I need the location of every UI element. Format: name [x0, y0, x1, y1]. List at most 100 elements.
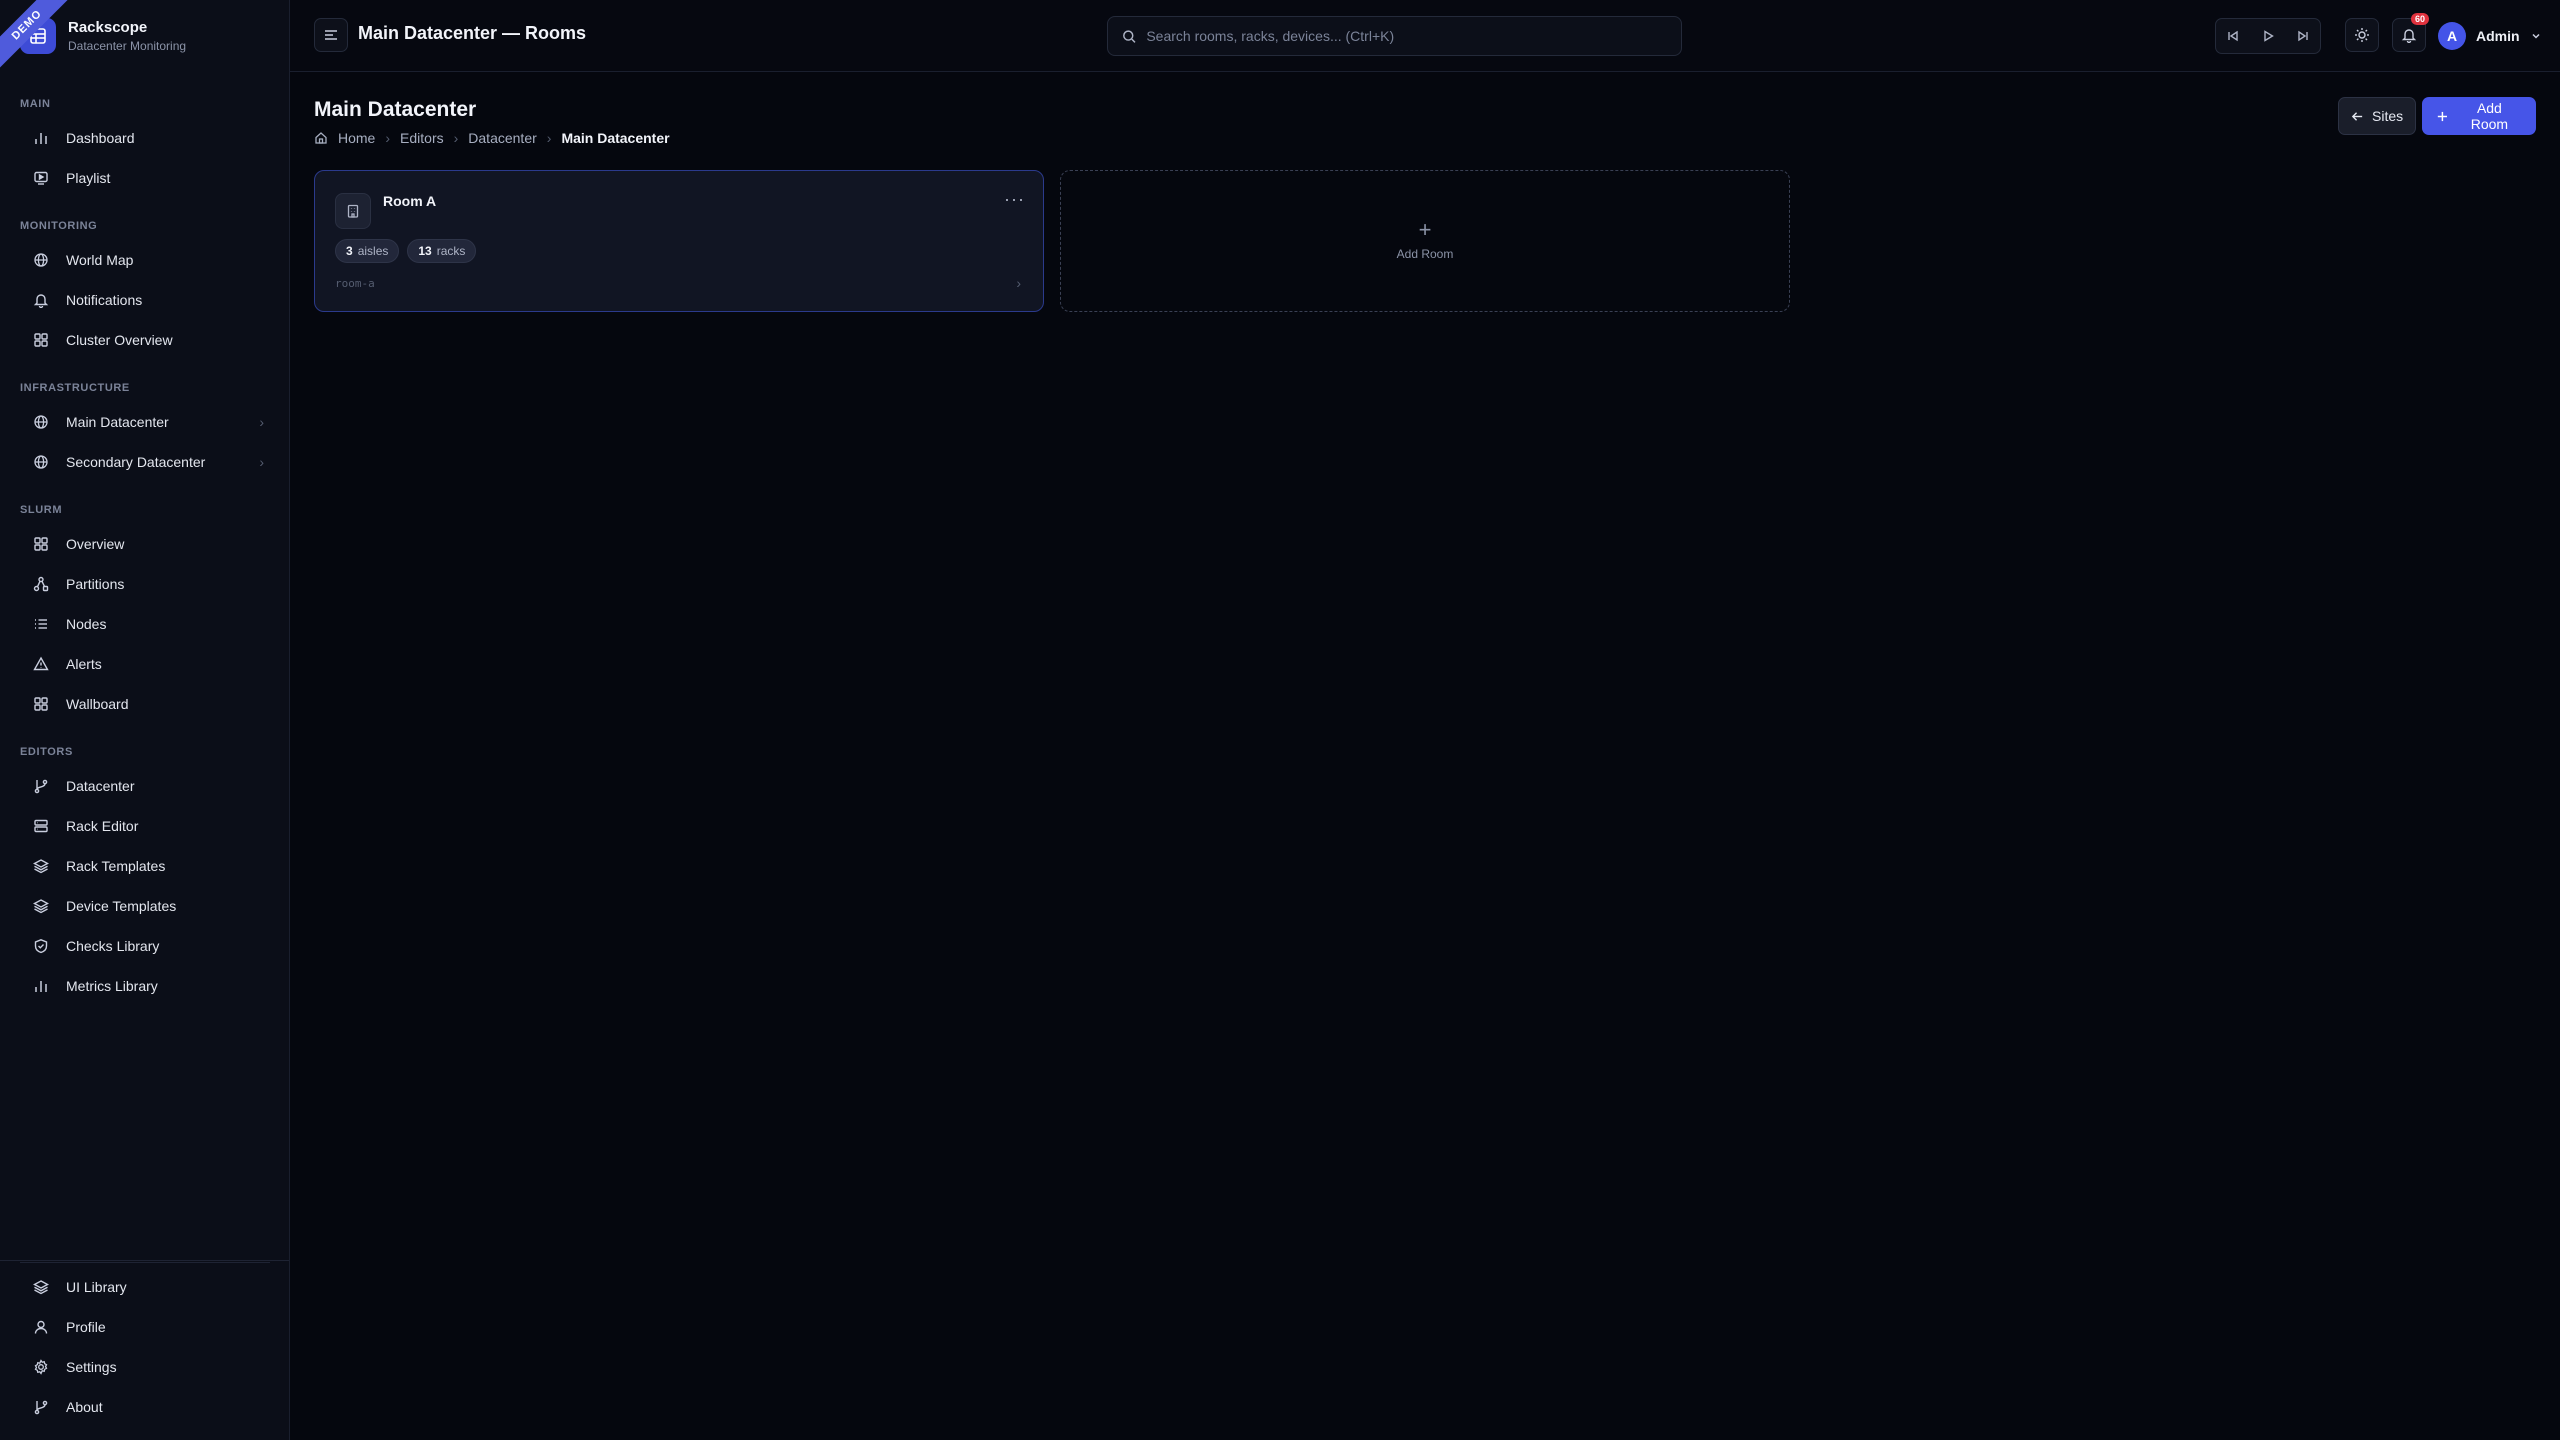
globe-icon [30, 249, 52, 271]
server-icon [30, 815, 52, 837]
brand-subtitle: Datacenter Monitoring [68, 39, 187, 53]
sites-button[interactable]: Sites [2338, 97, 2417, 135]
sidebar-section-title: MONITORING [20, 220, 98, 232]
sidebar-nav: MAIN Dashboard Playlist MONITORING World Map… [0, 90, 289, 1020]
sidebar-item-nodes[interactable]: Nodes [0, 604, 289, 644]
sidebar-item-secondary-datacenter[interactable]: Secondary Datacenter › [0, 442, 289, 482]
user-icon [30, 1316, 52, 1338]
sidebar-item-rack-editor[interactable]: Rack Editor [0, 806, 289, 846]
sidebar-item-dashboard[interactable]: Dashboard [0, 118, 289, 158]
sidebar-item-label: Dashboard [66, 130, 135, 146]
bell-icon [30, 289, 52, 311]
chevron-down-icon [2532, 33, 2540, 39]
chevron-right-icon[interactable]: › [259, 414, 264, 430]
sidebar-item-overview[interactable]: Overview [0, 524, 289, 564]
sidebar-item-settings[interactable]: Settings [0, 1347, 289, 1387]
sidebar-item-label: Secondary Datacenter [66, 454, 206, 470]
layers-icon [30, 1276, 52, 1298]
grid-icon [30, 329, 52, 351]
git-branch-icon [30, 1396, 52, 1418]
playlist-icon [30, 167, 52, 189]
sidebar-item-label: Rack Editor [66, 818, 139, 834]
globe-icon [30, 411, 52, 433]
sidebar-section-title: INFRASTRUCTURE [20, 382, 130, 394]
notifications-button[interactable]: 60 [2392, 13, 2429, 52]
layers-icon [30, 895, 52, 917]
bell-icon [2401, 29, 2417, 43]
toggle-sidebar-button[interactable] [314, 18, 348, 52]
sidebar-item-checks-library[interactable]: Checks Library [0, 926, 289, 966]
page-title: Main Datacenter [314, 98, 477, 121]
sidebar-item-alerts[interactable]: Alerts [0, 644, 289, 684]
room-slug: room-a [335, 277, 375, 290]
more-options-icon[interactable]: ··· [1004, 189, 1025, 210]
breadcrumb-editors[interactable]: Editors [400, 130, 444, 146]
breadcrumb-home[interactable]: Home [338, 130, 375, 146]
sidebar-item-label: Checks Library [66, 938, 160, 954]
sidebar-item-cluster-overview[interactable]: Cluster Overview [0, 320, 289, 360]
sidebar-item-rack-templates[interactable]: Rack Templates [0, 846, 289, 886]
search-box[interactable] [1107, 16, 1682, 56]
sidebar-item-datacenter[interactable]: Datacenter [0, 766, 289, 806]
chevron-right-icon: › [453, 130, 459, 146]
sidebar-item-label: Nodes [66, 616, 107, 632]
search-input[interactable] [1146, 28, 1667, 44]
sidebar-item-label: Main Datacenter [66, 414, 169, 430]
chevron-right-icon: › [546, 130, 552, 146]
aisles-badge: 3 aisles [335, 239, 400, 263]
sidebar-section-main: MAIN Dashboard Playlist [0, 90, 289, 198]
sidebar-bottom-nav: UI Library Profile Settings About [0, 1260, 289, 1427]
breadcrumb-current: Main Datacenter [561, 130, 670, 146]
topbar: Main Datacenter — Rooms 60 A Admin [290, 0, 2560, 72]
sidebar-item-label: Metrics Library [66, 978, 158, 994]
sidebar-item-main-datacenter[interactable]: Main Datacenter › [0, 402, 289, 442]
room-name: Room A [383, 193, 437, 209]
sidebar-item-ui-library[interactable]: UI Library [0, 1267, 289, 1307]
add-room-card[interactable]: + Add Room [1060, 170, 1790, 312]
sidebar-section-monitoring: MONITORING World Map Notifications Cluster … [0, 212, 289, 360]
sidebar-item-label: Notifications [66, 292, 143, 308]
theme-toggle-button[interactable] [2345, 18, 2379, 52]
sidebar-item-about[interactable]: About [0, 1387, 289, 1427]
sidebar-item-label: Playlist [66, 170, 111, 186]
chevron-right-icon[interactable]: › [259, 454, 264, 470]
chevron-right-icon: › [385, 130, 391, 146]
sidebar-item-profile[interactable]: Profile [0, 1307, 289, 1347]
sidebar-item-metrics-library[interactable]: Metrics Library [0, 966, 289, 1006]
notification-badge: 60 [2410, 13, 2429, 25]
breadcrumb: Home › Editors › Datacenter › Main Datac… [314, 130, 670, 146]
sidebar-item-playlist[interactable]: Playlist [0, 158, 289, 198]
sidebar-item-label: Alerts [66, 656, 102, 672]
sidebar-item-label: Datacenter [66, 778, 135, 794]
sun-icon [2355, 28, 2369, 42]
breadcrumb-datacenter[interactable]: Datacenter [468, 130, 536, 146]
sidebar-section-slurm: SLURM Overview Partitions Nodes Alerts Wallbo… [0, 496, 289, 724]
chevron-right-icon: › [1016, 275, 1021, 291]
avatar: A [2438, 22, 2466, 50]
network-icon [30, 573, 52, 595]
user-menu[interactable]: A Admin [2428, 16, 2552, 56]
sidebar-item-notifications[interactable]: Notifications [0, 280, 289, 320]
home-icon [315, 132, 327, 144]
add-room-button[interactable]: Add Room [2422, 97, 2536, 135]
skip-back-icon[interactable] [2226, 29, 2240, 43]
sidebar-item-label: Overview [66, 536, 125, 552]
brand[interactable]: Rackscope Datacenter Monitoring [20, 18, 186, 54]
skip-forward-icon[interactable] [2296, 29, 2310, 43]
plus-icon: + [1418, 217, 1432, 242]
sidebar-item-world-map[interactable]: World Map [0, 240, 289, 280]
room-card[interactable]: Room A ··· 3 aisles 13 racks room-a › [314, 170, 1044, 312]
sidebar-item-label: Partitions [66, 576, 125, 592]
sidebar-item-device-templates[interactable]: Device Templates [0, 886, 289, 926]
search-icon [1123, 29, 1136, 43]
grid-icon [30, 533, 52, 555]
add-room-card-label: Add Room [1396, 247, 1454, 261]
sidebar-item-wallboard[interactable]: Wallboard [0, 684, 289, 724]
user-name: Admin [2476, 28, 2520, 44]
brand-name: Rackscope [68, 19, 148, 36]
sidebar-item-partitions[interactable]: Partitions [0, 564, 289, 604]
list-icon [30, 613, 52, 635]
sidebar-item-label: Settings [66, 1359, 117, 1375]
add-room-button-label: Add Room [2470, 100, 2509, 132]
play-icon[interactable] [2261, 29, 2275, 43]
